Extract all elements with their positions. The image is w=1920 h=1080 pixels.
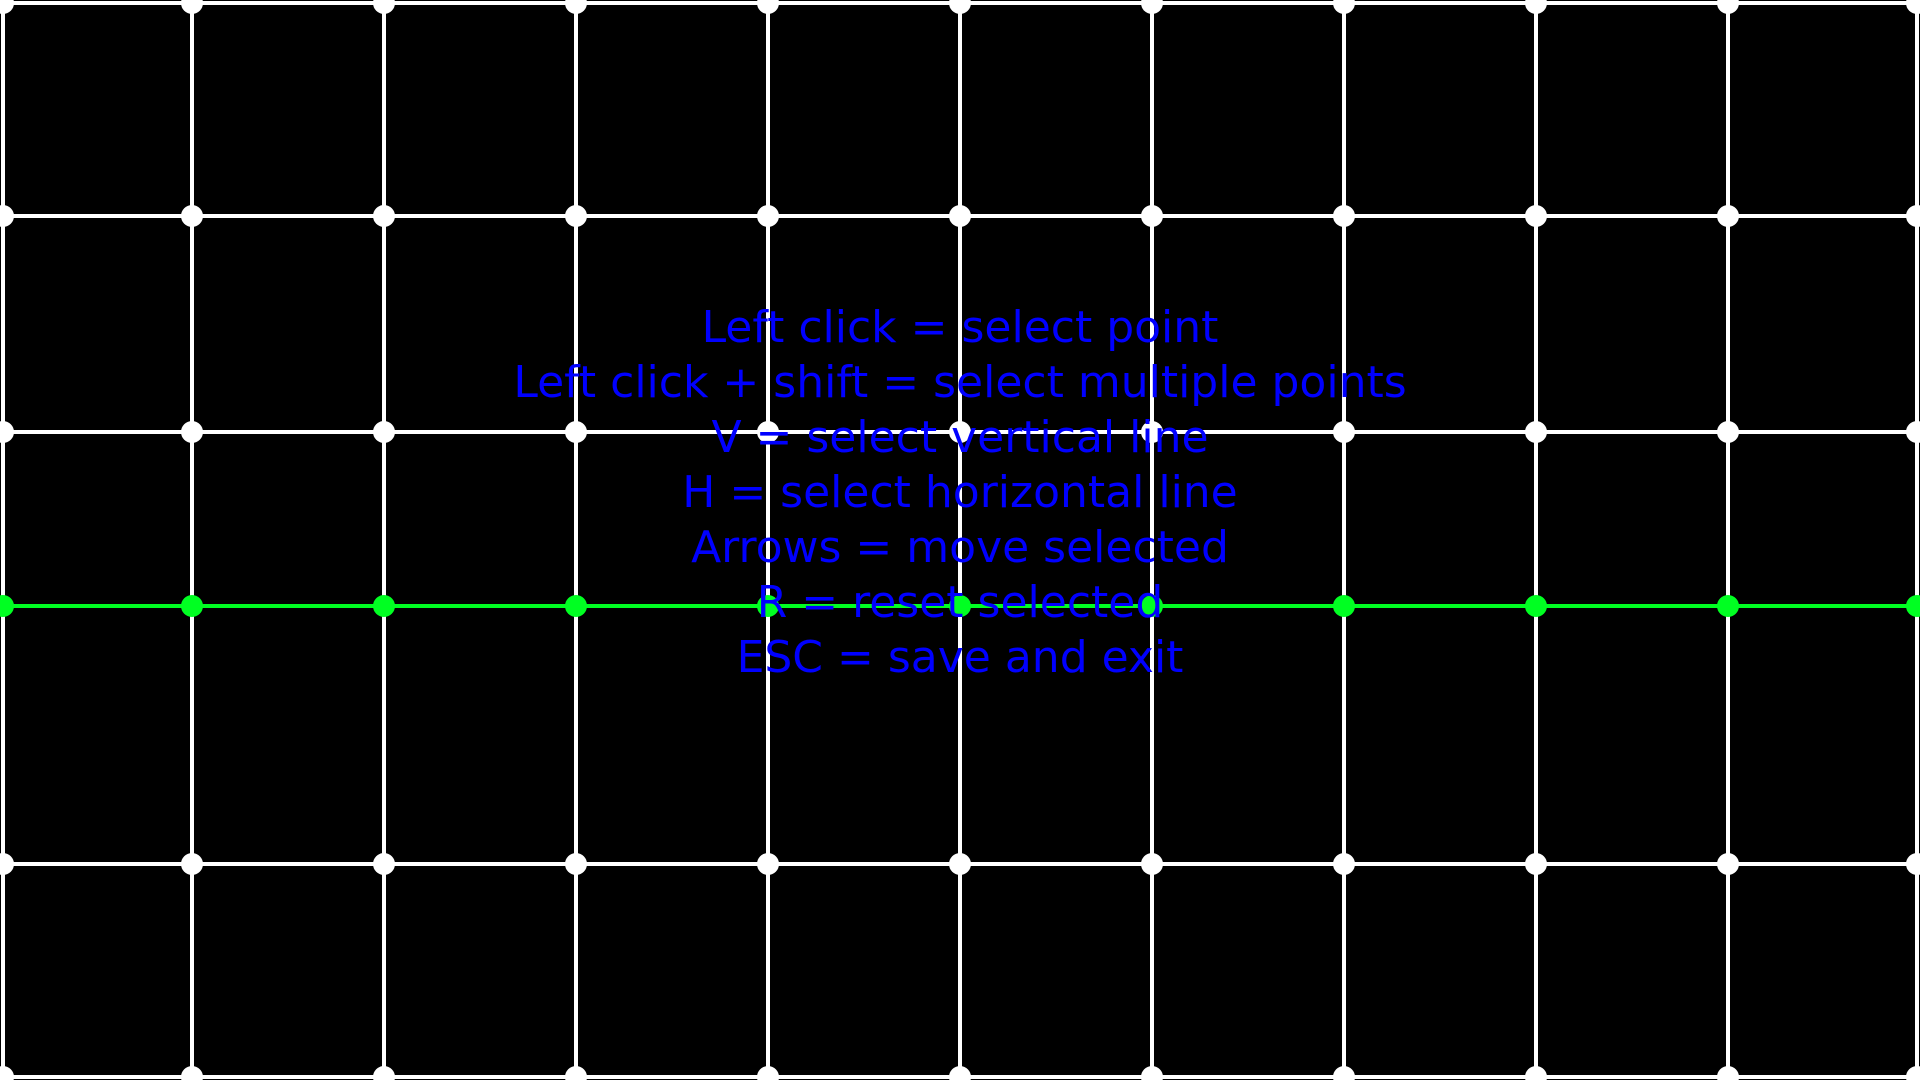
grid-warp-canvas[interactable]: Left click = select point Left click + s…	[0, 0, 1920, 1080]
grid-control-point[interactable]	[373, 421, 395, 443]
grid-control-point[interactable]	[1717, 205, 1739, 227]
grid-control-point[interactable]	[373, 0, 395, 14]
grid-control-point[interactable]	[1906, 205, 1920, 227]
grid-control-point[interactable]	[0, 0, 14, 14]
grid-control-point[interactable]	[1525, 0, 1547, 14]
grid-control-point[interactable]	[1333, 853, 1355, 875]
selected-control-point[interactable]	[1906, 595, 1920, 617]
grid-control-point[interactable]	[181, 853, 203, 875]
grid-control-point[interactable]	[181, 421, 203, 443]
grid-control-point[interactable]	[1141, 205, 1163, 227]
grid-control-point[interactable]	[565, 1066, 587, 1080]
selected-control-point[interactable]	[1717, 595, 1739, 617]
grid-control-point[interactable]	[565, 205, 587, 227]
grid-control-point[interactable]	[1141, 853, 1163, 875]
grid-control-point[interactable]	[1333, 205, 1355, 227]
grid-control-point[interactable]	[949, 205, 971, 227]
selected-control-point[interactable]	[0, 595, 14, 617]
grid-control-point[interactable]	[1141, 1066, 1163, 1080]
grid-control-point[interactable]	[757, 1066, 779, 1080]
grid-control-point[interactable]	[1525, 853, 1547, 875]
grid-control-point[interactable]	[373, 853, 395, 875]
grid-control-point[interactable]	[1906, 421, 1920, 443]
grid-control-point[interactable]	[565, 421, 587, 443]
grid-control-point[interactable]	[1717, 421, 1739, 443]
grid-control-point[interactable]	[1717, 0, 1739, 14]
selected-control-point[interactable]	[1333, 595, 1355, 617]
selected-control-point[interactable]	[565, 595, 587, 617]
selected-control-point[interactable]	[757, 595, 779, 617]
grid-control-point[interactable]	[0, 1066, 14, 1080]
grid-control-point[interactable]	[181, 205, 203, 227]
grid-control-point[interactable]	[373, 205, 395, 227]
grid-control-point[interactable]	[1906, 1066, 1920, 1080]
calibration-grid[interactable]	[0, 0, 1920, 1080]
grid-control-point[interactable]	[373, 1066, 395, 1080]
selected-control-point[interactable]	[1525, 595, 1547, 617]
grid-control-point[interactable]	[757, 205, 779, 227]
grid-control-point[interactable]	[1525, 205, 1547, 227]
selected-control-point[interactable]	[949, 595, 971, 617]
grid-control-point[interactable]	[949, 1066, 971, 1080]
grid-control-point[interactable]	[1141, 0, 1163, 14]
grid-control-point[interactable]	[1906, 853, 1920, 875]
grid-control-point[interactable]	[1525, 1066, 1547, 1080]
grid-control-point[interactable]	[757, 853, 779, 875]
grid-control-point[interactable]	[949, 0, 971, 14]
selected-control-point[interactable]	[181, 595, 203, 617]
grid-control-point[interactable]	[1525, 421, 1547, 443]
grid-control-point[interactable]	[0, 205, 14, 227]
grid-control-point[interactable]	[1333, 1066, 1355, 1080]
grid-control-point[interactable]	[181, 0, 203, 14]
grid-control-point[interactable]	[1333, 0, 1355, 14]
grid-control-point[interactable]	[1906, 0, 1920, 14]
grid-control-point[interactable]	[757, 0, 779, 14]
grid-control-point[interactable]	[1717, 853, 1739, 875]
grid-control-point[interactable]	[565, 853, 587, 875]
grid-control-point[interactable]	[757, 421, 779, 443]
grid-control-point[interactable]	[949, 421, 971, 443]
grid-control-point[interactable]	[1333, 421, 1355, 443]
grid-control-point[interactable]	[1141, 421, 1163, 443]
grid-control-point[interactable]	[0, 853, 14, 875]
selected-control-point[interactable]	[1141, 595, 1163, 617]
grid-control-point[interactable]	[0, 421, 14, 443]
grid-control-point[interactable]	[949, 853, 971, 875]
grid-control-point[interactable]	[181, 1066, 203, 1080]
selected-control-point[interactable]	[373, 595, 395, 617]
grid-control-point[interactable]	[565, 0, 587, 14]
grid-control-point[interactable]	[1717, 1066, 1739, 1080]
